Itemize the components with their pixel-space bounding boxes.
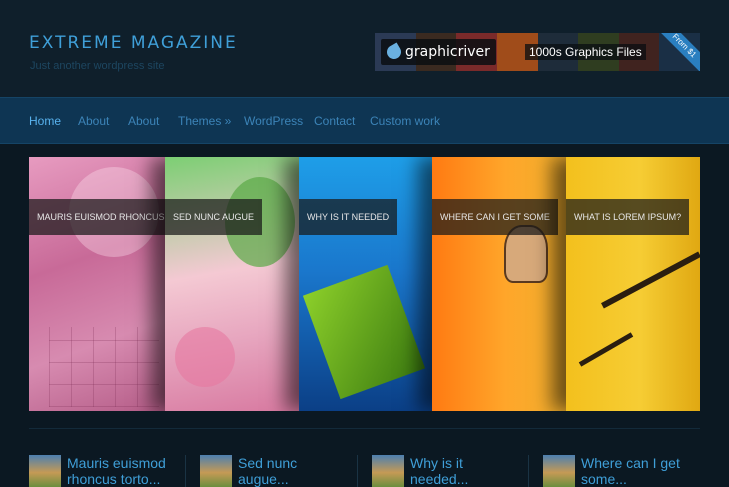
nav-item-wordpress[interactable]: WordPress (244, 114, 303, 128)
decor-shape (601, 251, 700, 309)
nav-item-about[interactable]: About (78, 114, 109, 128)
slider-caption: SED NUNC AUGUE (165, 199, 263, 235)
slider-panel[interactable]: MAURIS EUISMOD RHONCUS TORTOR (29, 157, 165, 411)
post-thumbnail[interactable] (200, 455, 232, 487)
nav-item-about-2[interactable]: About (128, 114, 159, 128)
decor-shape (175, 327, 235, 387)
post-item[interactable]: Why is it needed... (372, 455, 490, 487)
post-thumbnail[interactable] (372, 455, 404, 487)
decor-grid (49, 327, 159, 407)
slider-panel[interactable]: WHAT IS LOREM IPSUM? (566, 157, 700, 411)
slider-caption: WHY IS IT NEEDED (299, 199, 398, 235)
nav-item-home[interactable]: Home (29, 114, 61, 128)
nav-item-custom-work[interactable]: Custom work (370, 114, 440, 128)
post-separator (185, 455, 186, 487)
featured-slider: MAURIS EUISMOD RHONCUS TORTOR SED NUNC A… (29, 157, 700, 411)
site-title[interactable]: EXTREME MAGAZINE (29, 33, 238, 53)
post-title[interactable]: Sed nunc augue... (238, 455, 348, 487)
decor-shape (578, 332, 634, 367)
post-thumbnail[interactable] (543, 455, 575, 487)
slider-panel[interactable]: SED NUNC AUGUE (165, 157, 299, 411)
post-item[interactable]: Mauris euismod rhoncus torto... (29, 455, 167, 487)
nav-item-contact[interactable]: Contact (314, 114, 355, 128)
leaf-icon (384, 42, 404, 62)
recent-posts: Mauris euismod rhoncus torto... Sed nunc… (29, 455, 729, 487)
post-item[interactable]: Sed nunc augue... (200, 455, 348, 487)
ad-banner[interactable]: graphicriver 1000s Graphics Files From $… (375, 33, 700, 71)
post-title[interactable]: Why is it needed... (410, 455, 490, 487)
banner-brand: graphicriver (405, 44, 490, 60)
site-header: EXTREME MAGAZINE Just another wordpress … (0, 0, 729, 97)
slider-panel[interactable]: WHY IS IT NEEDED (299, 157, 432, 411)
post-separator (528, 455, 529, 487)
slider-caption: MAURIS EUISMOD RHONCUS TORTOR (29, 199, 165, 235)
post-title[interactable]: Mauris euismod rhoncus torto... (67, 455, 167, 487)
nav-item-themes[interactable]: Themes » (178, 114, 231, 128)
banner-tagline: 1000s Graphics Files (525, 44, 646, 60)
slider-caption: WHERE CAN I GET SOME (432, 199, 558, 235)
section-divider (29, 428, 700, 429)
post-title[interactable]: Where can I get some... (581, 455, 681, 487)
graphicriver-logo: graphicriver (381, 39, 496, 65)
post-item[interactable]: Where can I get some... (543, 455, 681, 487)
main-nav: Home About About Themes » WordPress Cont… (0, 97, 729, 144)
post-separator (357, 455, 358, 487)
post-thumbnail[interactable] (29, 455, 61, 487)
slider-panel[interactable]: WHERE CAN I GET SOME (432, 157, 566, 411)
site-tagline: Just another wordpress site (30, 60, 165, 72)
decor-shape (302, 264, 426, 400)
slider-caption: WHAT IS LOREM IPSUM? (566, 199, 690, 235)
